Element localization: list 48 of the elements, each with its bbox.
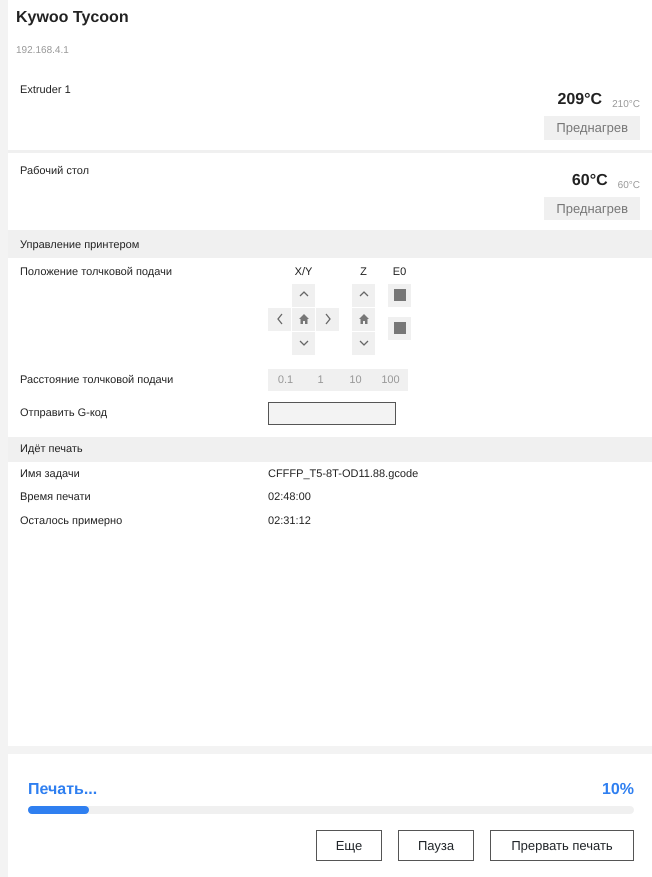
axis-label: Z (360, 264, 367, 280)
action-button[interactable]: Еще (316, 830, 382, 861)
square-icon (394, 322, 406, 334)
print-status: Печать... (28, 780, 98, 800)
jog-button[interactable] (292, 308, 315, 331)
info-label: Имя задачи (20, 466, 81, 482)
jog-label: Положение толчковой подачи (20, 264, 173, 280)
distance-option[interactable]: 10 (338, 368, 373, 392)
section-header: Управление принтером (8, 233, 652, 258)
gcode-field[interactable] (268, 402, 396, 426)
section-header: Идёт печать (8, 437, 652, 462)
home-icon (358, 313, 370, 326)
jog-button[interactable] (292, 332, 315, 355)
jog-button[interactable] (316, 308, 339, 331)
info-label: Время печати (20, 490, 92, 506)
target-temperature: 210°C (612, 98, 640, 112)
distance-option[interactable]: 1 (303, 368, 338, 392)
action-button[interactable]: Пауза (398, 830, 474, 861)
jog-button[interactable] (352, 308, 375, 331)
jog-button[interactable] (388, 284, 411, 307)
heater-name: Рабочий стол (20, 164, 90, 179)
axis-label: E0 (392, 264, 406, 280)
current-temperature: 60°C (572, 170, 608, 191)
action-button[interactable]: Прервать печать (490, 830, 634, 861)
jog-button[interactable] (352, 332, 375, 355)
progress-percent: 10% (602, 780, 634, 800)
home-icon (298, 313, 310, 326)
target-temperature: 60°C (618, 178, 640, 193)
ip-address: 192.168.4.1 (16, 44, 70, 58)
jog-button[interactable] (268, 308, 291, 331)
preheat-button[interactable]: Преднагрев (544, 116, 640, 140)
distance-option[interactable]: 0.1 (268, 368, 303, 392)
axis-label: X/Y (294, 264, 312, 280)
info-value: 02:31:12 (268, 514, 311, 529)
jog-button[interactable] (388, 316, 411, 340)
preheat-button[interactable]: Преднагрев (544, 196, 640, 220)
distance-option[interactable]: 100 (373, 368, 408, 392)
info-value: 02:48:00 (268, 490, 311, 506)
heater-name: Extruder 1 (20, 83, 71, 98)
current-temperature: 209°C (557, 90, 602, 110)
info-value: CFFFP_T5-8T-OD11.88.gcode (268, 466, 418, 482)
jog-button[interactable] (352, 284, 375, 307)
gcode-label: Отправить G-код (20, 406, 108, 422)
distance-label: Расстояние толчковой подачи (20, 372, 174, 388)
jog-button[interactable] (292, 284, 315, 307)
square-icon (394, 289, 406, 302)
app-title: Kywoo Tycoon (16, 8, 130, 28)
info-label: Осталось примерно (20, 514, 124, 529)
